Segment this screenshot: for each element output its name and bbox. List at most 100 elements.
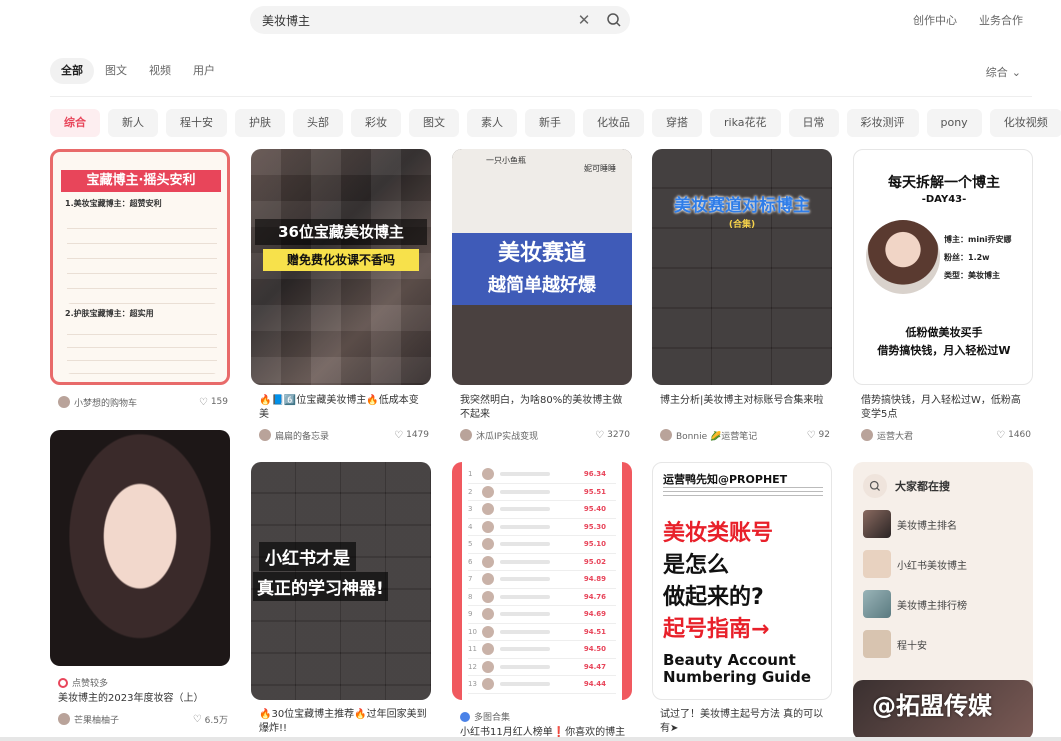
author-name[interactable]: 扁扁的备忘录 [275, 429, 329, 442]
note-cover[interactable]: 一只小鱼瓶 妮可睡睡 美妆赛道 越简单越好爆 [452, 149, 632, 385]
note-title[interactable]: 美妆博主的2023年度妆容（上） [58, 692, 226, 706]
cover-text: 1.美妆宝藏博主：超赞安利 [65, 199, 162, 208]
cover-graphic [67, 322, 217, 374]
note-cover[interactable]: 运营鸭先知@PROPHET 美妆类账号 是怎么 做起来的? 起号指南→ Beau… [652, 462, 832, 700]
like-count[interactable]: ♡ 1460 [996, 430, 1031, 441]
rank-row: 3 95.40 [468, 501, 616, 519]
note-cover[interactable]: 小红书才是 真正的学习神器! [251, 462, 431, 700]
rank-number: 4 [468, 522, 473, 531]
chip[interactable]: 穿搭 [652, 109, 702, 137]
like-count[interactable]: ♡ 1479 [394, 430, 429, 441]
avatar [482, 590, 494, 603]
chip[interactable]: 彩妆 [351, 109, 401, 137]
note-title[interactable]: 🔥📘6️⃣位宝藏美妆博主🔥低成本变美 [259, 394, 427, 422]
note-title[interactable]: 我突然明白，为啥80%的美妆博主做不起来 [460, 394, 628, 422]
note-tag: 多图合集 [460, 710, 510, 723]
avatar[interactable] [660, 429, 672, 441]
rank-number: 7 [468, 575, 473, 584]
chip[interactable]: 化妆视频 [989, 109, 1061, 137]
like-count[interactable]: ♡ 6.5万 [193, 713, 228, 726]
avatar [482, 538, 494, 551]
sort-label: 综合 [985, 66, 1008, 79]
creator-center-link[interactable]: 创作中心 [913, 12, 957, 28]
avatar[interactable] [58, 396, 70, 408]
note-cover[interactable]: 36位宝藏美妆博主 赠免费化妆课不香吗 [251, 149, 431, 385]
note-title[interactable]: 博主分析|美妆博主对标账号合集来啦 [660, 394, 828, 422]
note-title[interactable]: 🔥30位宝藏博主推荐🔥过年回家美到爆炸!! [259, 708, 427, 736]
chip[interactable]: 新手 [525, 109, 575, 137]
note-title[interactable]: 借势搞快钱，月入轻松过W，低粉高变学5点 [861, 394, 1029, 422]
tab-all[interactable]: 全部 [50, 58, 94, 84]
author-name[interactable]: 芒果柚柚子 [74, 713, 119, 726]
cover-text: Beauty Account [663, 651, 796, 669]
name-placeholder [500, 507, 550, 512]
chip[interactable]: 化妆品 [583, 109, 644, 137]
note-cover[interactable]: 宝藏博主·摇头安利 1.美妆宝藏博主：超赞安利 2.护肤宝藏博主：超实用 [50, 149, 230, 385]
trending-item[interactable]: 美妆博主排行榜 [863, 590, 967, 618]
chip[interactable]: 程十安 [166, 109, 227, 137]
rank-row: 13 94.44 [468, 676, 616, 694]
name-placeholder [500, 664, 550, 669]
avatar[interactable] [460, 429, 472, 441]
rank-number: 2 [468, 487, 473, 496]
note-meta: 扁扁的备忘录 ♡ 1479 [259, 428, 429, 442]
horizontal-scrollbar[interactable] [0, 737, 1061, 741]
note-cover[interactable]: 每天拆解一个博主 -DAY43- 博主：mini乔安娜 粉丝：1.2w 类型：美… [853, 149, 1033, 385]
cover-text: 是怎么 [663, 553, 730, 578]
trending-item[interactable]: 美妆博主排名 [863, 510, 957, 538]
note-cover[interactable]: 1 96.34 2 95.51 3 95.40 4 95.30 5 95.10 6 95.02 7 94.… [452, 462, 632, 700]
cover-text: 博主：mini乔安娜 [944, 235, 1012, 244]
business-link[interactable]: 业务合作 [979, 12, 1023, 28]
rank-score: 95.02 [583, 557, 606, 566]
chip[interactable]: 日常 [788, 109, 839, 137]
cover-graphic [663, 487, 823, 499]
chip[interactable]: 综合 [50, 109, 100, 137]
chip[interactable]: 护肤 [235, 109, 285, 137]
note-cover[interactable] [50, 430, 230, 666]
avatar[interactable] [861, 429, 873, 441]
rank-number: 12 [468, 662, 477, 671]
search-input[interactable] [262, 13, 562, 27]
rank-number: 3 [468, 505, 473, 514]
chip[interactable]: pony [926, 109, 982, 137]
rank-row: 11 94.50 [468, 641, 616, 659]
author-name[interactable]: Bonnie 🌽运营笔记 [676, 429, 757, 442]
search-icon[interactable] [606, 12, 622, 28]
author-name[interactable]: 运营大君 [877, 429, 913, 442]
tab-video[interactable]: 视频 [138, 58, 182, 84]
avatar [482, 573, 494, 586]
note-meta: Bonnie 🌽运营笔记 ♡ 92 [660, 428, 830, 442]
author-name[interactable]: 小梦想的购物车 [74, 396, 137, 409]
avatar[interactable] [58, 713, 70, 725]
trending-item[interactable]: 小红书美妆博主 [863, 550, 967, 578]
cover-text: 2.护肤宝藏博主：超实用 [65, 309, 154, 318]
note-cover[interactable]: 美妆赛道对标博主 (合集) [652, 149, 832, 385]
like-count[interactable]: ♡ 92 [807, 430, 830, 441]
chip[interactable]: 素人 [467, 109, 517, 137]
clear-icon[interactable]: ✕ [576, 11, 592, 29]
tab-users[interactable]: 用户 [182, 58, 226, 84]
chip[interactable]: 图文 [409, 109, 459, 137]
sort-dropdown[interactable]: 综合 ⌄ [986, 64, 1021, 80]
cover-graphic [67, 214, 217, 304]
rank-score: 94.76 [583, 592, 606, 601]
keyword-chips: 综合 新人 程十安 护肤 头部 彩妆 图文 素人 新手 化妆品 穿搭 rika花… [50, 109, 1061, 137]
avatar[interactable] [259, 429, 271, 441]
author-name[interactable]: 沐瓜IP实战变现 [476, 429, 538, 442]
like-count[interactable]: ♡ 3270 [595, 430, 630, 441]
note-title[interactable]: 试过了！美妆博主起号方法 真的可以有➤ [660, 708, 828, 736]
chip[interactable]: 头部 [293, 109, 343, 137]
name-placeholder [500, 629, 550, 634]
note-meta: 芒果柚柚子 ♡ 6.5万 [58, 712, 228, 726]
heart-icon: ♡ [198, 396, 208, 408]
tab-image-text[interactable]: 图文 [94, 58, 138, 84]
rank-score: 94.47 [583, 662, 606, 671]
chip[interactable]: 彩妆测评 [846, 109, 919, 137]
rank-number: 6 [468, 557, 473, 566]
trending-item[interactable]: 程十安 [863, 630, 927, 658]
chip[interactable]: rika花花 [710, 109, 781, 137]
search-box[interactable]: ✕ [250, 6, 630, 34]
like-count[interactable]: ♡ 159 [199, 397, 228, 408]
chip[interactable]: 新人 [108, 109, 158, 137]
rank-score: 94.50 [583, 645, 606, 654]
